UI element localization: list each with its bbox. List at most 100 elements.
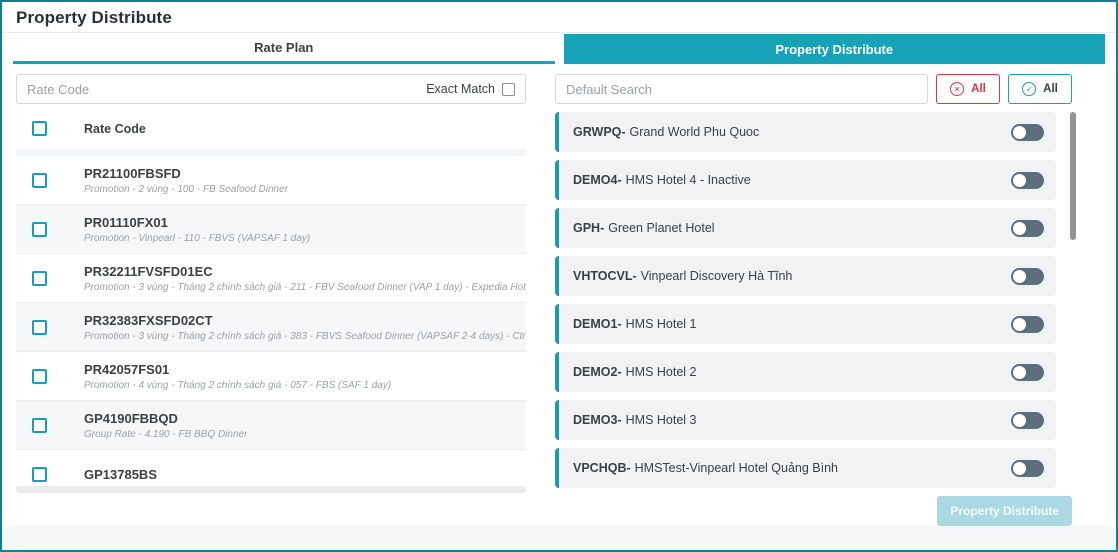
rate-description: Promotion - Vinpearl - 110 - FBVS (VAPSA… <box>84 233 310 244</box>
rate-list-header: Rate Code <box>16 104 526 149</box>
rate-code: PR42057FS01 <box>84 362 391 377</box>
rate-code: PR32211FVSFD01EC <box>84 264 526 279</box>
property-code: DEMO3- <box>573 413 622 427</box>
rate-row-checkbox[interactable] <box>32 222 47 237</box>
rate-row[interactable]: PR21100FBSFD Promotion - 2 vùng - 100 - … <box>16 156 526 205</box>
property-toggle[interactable] <box>1011 412 1044 429</box>
rate-row[interactable]: GP13785BS <box>16 450 526 486</box>
rate-row-checkbox[interactable] <box>32 320 47 335</box>
rate-row-checkbox[interactable] <box>32 369 47 384</box>
property-label: VHTOCVL- Vinpearl Discovery Hà Tĩnh <box>573 269 792 283</box>
property-toggle[interactable] <box>1011 124 1044 141</box>
property-name: HMS Hotel 3 <box>626 413 697 427</box>
property-code: VHTOCVL- <box>573 269 637 283</box>
property-card[interactable]: VHTOCVL- Vinpearl Discovery Hà Tĩnh <box>555 256 1056 296</box>
exact-match-checkbox[interactable] <box>502 83 515 96</box>
rate-row[interactable]: PR01110FX01 Promotion - Vinpearl - 110 -… <box>16 205 526 254</box>
rate-code-list: PR21100FBSFD Promotion - 2 vùng - 100 - … <box>16 156 526 486</box>
rate-row-text: PR21100FBSFD Promotion - 2 vùng - 100 - … <box>84 166 288 195</box>
header-separator <box>16 149 526 156</box>
property-toggle[interactable] <box>1011 460 1044 477</box>
property-card[interactable]: DEMO1- HMS Hotel 1 <box>555 304 1056 344</box>
property-label: DEMO3- HMS Hotel 3 <box>573 413 696 427</box>
rate-row-checkbox[interactable] <box>32 418 47 433</box>
tab-property-distribute[interactable]: Property Distribute <box>564 34 1106 64</box>
rate-row[interactable]: PR32211FVSFD01EC Promotion - 3 vùng - Th… <box>16 254 526 303</box>
rate-code: PR21100FBSFD <box>84 166 288 181</box>
property-search-row: Default Search ✕ All ✓ All <box>555 74 1072 104</box>
property-card[interactable]: GPH- Green Planet Hotel <box>555 208 1056 248</box>
select-all-label: All <box>1043 83 1058 95</box>
rate-row[interactable]: GP4190FBBQD Group Rate - 4.190 - FB BBQ … <box>16 401 526 450</box>
rate-description: Promotion - 2 vùng - 100 - FB Seafood Di… <box>84 184 288 195</box>
property-code: VPCHQB- <box>573 461 631 475</box>
property-code: GPH- <box>573 221 604 235</box>
rate-description: Promotion - 3 vùng - Tháng 2 chính sách … <box>84 331 526 342</box>
rate-code-column-header: Rate Code <box>84 122 146 136</box>
tab-bar: Rate Plan Property Distribute <box>13 34 1105 64</box>
property-distribute-button[interactable]: Property Distribute <box>937 496 1072 526</box>
property-toggle[interactable] <box>1011 220 1044 237</box>
deselect-all-button[interactable]: ✕ All <box>936 74 1000 104</box>
rate-row-text: PR42057FS01 Promotion - 4 vùng - Tháng 2… <box>84 362 391 391</box>
property-card[interactable]: VPCHQB- HMSTest-Vinpearl Hotel Quảng Bình <box>555 448 1056 488</box>
property-toggle[interactable] <box>1011 172 1044 189</box>
property-name: HMS Hotel 2 <box>626 365 697 379</box>
property-card[interactable]: GRWPQ- Grand World Phu Quoc <box>555 112 1056 152</box>
rate-code-search-input[interactable]: Rate Code <box>27 82 89 97</box>
rate-row-checkbox[interactable] <box>32 467 47 482</box>
property-toggle[interactable] <box>1011 364 1044 381</box>
exact-match-wrap: Exact Match <box>426 82 515 96</box>
property-name: Vinpearl Discovery Hà Tĩnh <box>641 269 793 283</box>
property-name: Grand World Phu Quoc <box>630 125 760 139</box>
property-name: Green Planet Hotel <box>608 221 714 235</box>
property-label: DEMO2- HMS Hotel 2 <box>573 365 696 379</box>
deselect-all-label: All <box>971 83 986 95</box>
rate-row[interactable]: PR32383FXSFD02CT Promotion - 3 vùng - Th… <box>16 303 526 352</box>
rate-row-text: PR32211FVSFD01EC Promotion - 3 vùng - Th… <box>84 264 526 293</box>
exact-match-label: Exact Match <box>426 82 495 96</box>
property-label: GPH- Green Planet Hotel <box>573 221 715 235</box>
rate-row[interactable]: PR42057FS01 Promotion - 4 vùng - Tháng 2… <box>16 352 526 401</box>
rate-row-text: GP13785BS <box>84 467 157 482</box>
property-card[interactable]: DEMO2- HMS Hotel 2 <box>555 352 1056 392</box>
property-name: HMS Hotel 1 <box>626 317 697 331</box>
select-all-rates-checkbox[interactable] <box>32 121 47 136</box>
property-label: DEMO4-HMS Hotel 4 - Inactive <box>573 173 751 187</box>
circle-check-icon: ✓ <box>1022 82 1036 96</box>
rate-row-checkbox[interactable] <box>32 271 47 286</box>
default-search-box[interactable]: Default Search <box>555 74 928 104</box>
rate-description: Promotion - 3 vùng - Tháng 2 chính sách … <box>84 282 526 293</box>
vertical-scrollbar[interactable] <box>1070 112 1076 240</box>
property-code: DEMO1- <box>573 317 622 331</box>
property-code: DEMO2- <box>573 365 622 379</box>
select-all-button[interactable]: ✓ All <box>1008 74 1072 104</box>
property-name: HMSTest-Vinpearl Hotel Quảng Bình <box>635 461 838 475</box>
rate-plan-panel: Rate Code Exact Match Rate Code PR21100F… <box>2 64 538 526</box>
property-distribute-panel: Default Search ✕ All ✓ All GRWPQ- Grand W… <box>547 64 1085 526</box>
rate-code: GP13785BS <box>84 467 157 482</box>
rate-row-text: PR01110FX01 Promotion - Vinpearl - 110 -… <box>84 215 310 244</box>
rate-code: GP4190FBBQD <box>84 411 247 426</box>
property-toggle[interactable] <box>1011 316 1044 333</box>
property-card[interactable]: DEMO3- HMS Hotel 3 <box>555 400 1056 440</box>
property-code: DEMO4- <box>573 173 622 187</box>
rate-code-search-box[interactable]: Rate Code Exact Match <box>16 74 526 104</box>
rate-description: Promotion - 4 vùng - Tháng 2 chính sách … <box>84 380 391 391</box>
horizontal-scrollbar[interactable] <box>16 486 526 493</box>
property-label: GRWPQ- Grand World Phu Quoc <box>573 125 759 139</box>
rate-row-text: GP4190FBBQD Group Rate - 4.190 - FB BBQ … <box>84 411 247 440</box>
property-card[interactable]: DEMO4-HMS Hotel 4 - Inactive <box>555 160 1056 200</box>
property-label: DEMO1- HMS Hotel 1 <box>573 317 696 331</box>
rate-code: PR01110FX01 <box>84 215 310 230</box>
page-header: Property Distribute <box>2 2 1116 33</box>
default-search-input[interactable]: Default Search <box>566 82 652 97</box>
property-code: GRWPQ- <box>573 125 626 139</box>
rate-row-text: PR32383FXSFD02CT Promotion - 3 vùng - Th… <box>84 313 526 342</box>
footer-strip <box>2 526 1116 550</box>
rate-row-checkbox[interactable] <box>32 173 47 188</box>
rate-code: PR32383FXSFD02CT <box>84 313 526 328</box>
property-toggle[interactable] <box>1011 268 1044 285</box>
main-content: Rate Code Exact Match Rate Code PR21100F… <box>2 64 1116 526</box>
tab-rate-plan[interactable]: Rate Plan <box>13 34 555 64</box>
